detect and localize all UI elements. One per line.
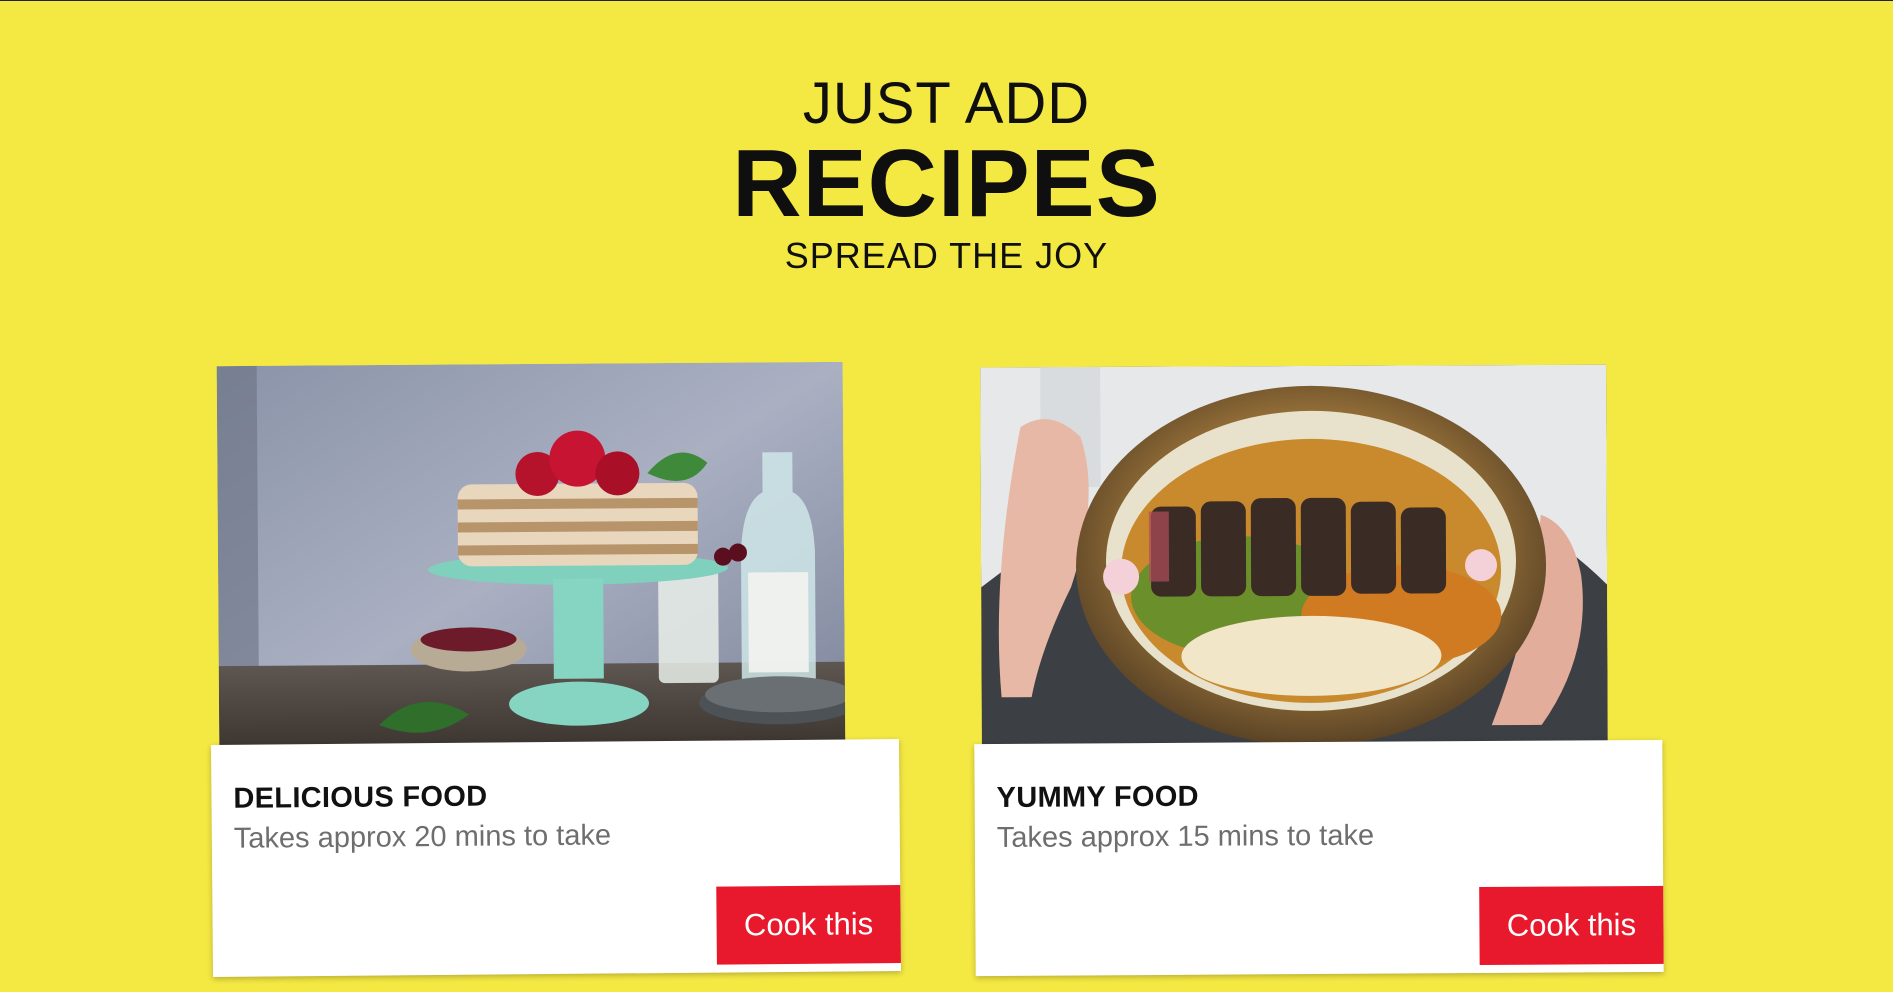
- recipe-card-yummy: YUMMY FOOD Takes approx 15 mins to take …: [974, 362, 1665, 982]
- recipe-duration: Takes approx 20 mins to take: [233, 819, 612, 855]
- cook-this-button[interactable]: Cook this: [1479, 885, 1664, 966]
- recipe-title: YUMMY FOOD: [996, 780, 1199, 814]
- hero-subtitle: SPREAD THE JOY: [784, 235, 1109, 276]
- cake-photo: [216, 361, 846, 753]
- recipe-card-delicious: DELICIOUS FOOD Takes approx 20 mins to t…: [211, 361, 902, 982]
- recipe-title: DELICIOUS FOOD: [233, 780, 488, 815]
- recipe-duration: Takes approx 15 mins to take: [996, 819, 1375, 854]
- top-border: [0, 0, 1893, 1]
- hero-header: JUST ADD RECIPES SPREAD THE JOY: [0, 72, 1893, 280]
- hero-title-recipes: RECIPES: [732, 130, 1161, 237]
- cook-this-button[interactable]: Cook this: [716, 884, 901, 965]
- hero-line-just-add: JUST ADD: [802, 71, 1091, 136]
- recipe-card-body: YUMMY FOOD Takes approx 15 mins to take …: [974, 739, 1664, 977]
- salad-bowl-photo: [980, 364, 1608, 754]
- recipe-card-body: DELICIOUS FOOD Takes approx 20 mins to t…: [211, 739, 901, 977]
